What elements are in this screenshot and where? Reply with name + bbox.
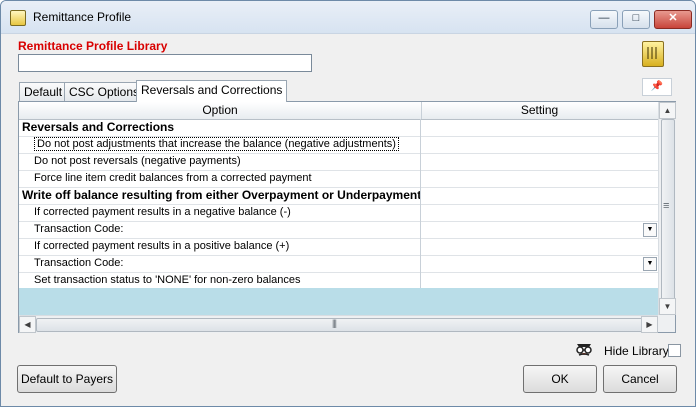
- option-cell: Transaction Code:: [19, 221, 421, 238]
- vertical-scroll-thumb[interactable]: [661, 119, 675, 301]
- grid-row[interactable]: Do not post adjustments that increase th…: [19, 136, 658, 154]
- dropdown-arrow-icon[interactable]: ▼: [643, 223, 657, 237]
- grid-row[interactable]: If corrected payment results in a positi…: [19, 238, 658, 256]
- setting-cell[interactable]: [421, 170, 658, 187]
- cancel-button[interactable]: Cancel: [603, 365, 677, 393]
- ok-button[interactable]: OK: [523, 365, 597, 393]
- option-cell: Force line item credit balances from a c…: [19, 170, 421, 187]
- grid-row[interactable]: Do not post reversals (negative payments…: [19, 153, 658, 171]
- tab-default[interactable]: Default: [19, 82, 67, 101]
- library-input[interactable]: [18, 54, 312, 72]
- default-to-payers-button[interactable]: Default to Payers: [17, 365, 117, 393]
- setting-cell: [421, 119, 658, 136]
- dropdown-arrow-icon[interactable]: ▼: [643, 257, 657, 271]
- description-panel: [19, 288, 658, 315]
- grid-category-row[interactable]: Reversals and Corrections: [19, 119, 658, 137]
- remittance-profile-window: Remittance Profile — □ ✕ Remittance Prof…: [0, 0, 696, 407]
- setting-cell[interactable]: [421, 238, 658, 255]
- option-cell: Transaction Code:: [19, 255, 421, 272]
- tab-reversals-and-corrections[interactable]: Reversals and Corrections: [136, 80, 287, 102]
- scroll-right-button[interactable]: ▶: [641, 316, 658, 333]
- minimize-button[interactable]: —: [590, 10, 618, 29]
- disguise-glasses-icon: [576, 344, 592, 356]
- grid-row[interactable]: Force line item credit balances from a c…: [19, 170, 658, 188]
- scroll-down-button[interactable]: ▼: [659, 298, 676, 315]
- maximize-button[interactable]: □: [622, 10, 650, 29]
- app-icon: [10, 10, 26, 26]
- option-cell: If corrected payment results in a positi…: [19, 238, 421, 255]
- scroll-left-button[interactable]: ◀: [19, 316, 36, 333]
- horizontal-scroll-thumb[interactable]: [36, 318, 643, 332]
- scroll-up-button[interactable]: ▲: [659, 102, 676, 119]
- grid-header: Option Setting: [19, 102, 658, 120]
- setting-cell[interactable]: [421, 204, 658, 221]
- option-cell: Do not post adjustments that increase th…: [19, 136, 421, 153]
- option-cell: Reversals and Corrections: [19, 119, 421, 136]
- setting-cell[interactable]: [421, 272, 658, 289]
- vertical-scrollbar[interactable]: ▲ ▼: [658, 102, 676, 315]
- grid-row[interactable]: Transaction Code: ▼: [19, 255, 658, 273]
- column-header-option[interactable]: Option: [19, 102, 422, 119]
- hide-library-label: Hide Library: [604, 344, 669, 358]
- option-cell: Set transaction status to 'NONE' for non…: [19, 272, 421, 289]
- library-label: Remittance Profile Library: [18, 39, 168, 53]
- setting-cell[interactable]: [421, 153, 658, 170]
- tab-csc-options[interactable]: CSC Options: [64, 82, 143, 101]
- close-button[interactable]: ✕: [654, 10, 692, 29]
- grid-row[interactable]: If corrected payment results in a negati…: [19, 204, 658, 222]
- option-text: Do not post adjustments that increase th…: [34, 137, 399, 151]
- horizontal-scrollbar[interactable]: ◀ ▶: [19, 315, 658, 333]
- setting-cell[interactable]: ▼: [421, 221, 658, 238]
- window-title: Remittance Profile: [33, 10, 132, 24]
- title-bar: Remittance Profile — □ ✕: [1, 1, 695, 34]
- pin-icon[interactable]: 📌: [642, 78, 672, 96]
- grid-category-row[interactable]: Write off balance resulting from either …: [19, 187, 658, 205]
- option-cell: Do not post reversals (negative payments…: [19, 153, 421, 170]
- setting-cell[interactable]: ▼: [421, 255, 658, 272]
- hide-library-checkbox[interactable]: [668, 344, 681, 357]
- setting-cell: [421, 187, 658, 204]
- calculator-icon[interactable]: [642, 41, 664, 67]
- grid-row[interactable]: Transaction Code: ▼: [19, 221, 658, 239]
- column-header-setting[interactable]: Setting: [421, 102, 658, 119]
- scroll-corner: [658, 315, 675, 332]
- option-cell: Write off balance resulting from either …: [19, 187, 421, 204]
- options-grid: Option Setting Reversals and Corrections…: [18, 101, 676, 333]
- option-cell: If corrected payment results in a negati…: [19, 204, 421, 221]
- setting-cell[interactable]: [421, 136, 658, 153]
